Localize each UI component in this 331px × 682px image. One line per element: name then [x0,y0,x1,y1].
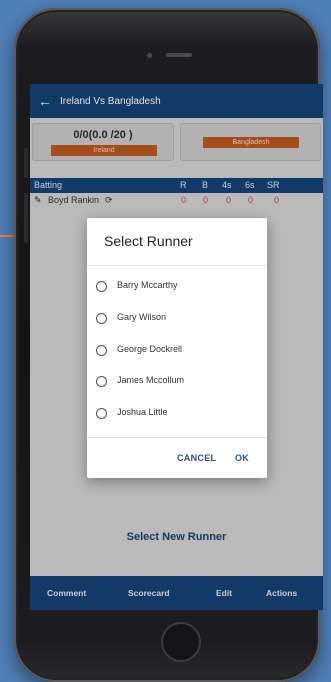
runner-list: Barry Mccarthy Gary Wilson George Dockre… [87,266,267,437]
runner-label: Gary Wilson [117,312,167,322]
ok-button[interactable]: OK [235,453,249,463]
camera-icon [147,53,152,58]
runner-option-partial[interactable] [87,430,267,437]
dialog-title: Select Runner [104,233,193,249]
runner-label: George Dockrell [117,344,183,354]
select-runner-dialog: Select Runner Barry Mccarthy Gary Wilson… [87,218,267,478]
radio-button[interactable] [96,408,107,419]
radio-button[interactable] [96,376,107,387]
runner-option[interactable]: James Mccollum [87,367,267,397]
runner-label: Barry Mccarthy [117,280,178,290]
runner-option[interactable]: Gary Wilson [87,304,267,334]
volume-down-button [24,193,28,243]
divider [87,437,267,438]
runner-option[interactable]: Joshua Little [87,399,267,429]
radio-button[interactable] [96,345,107,356]
speaker-grille [166,53,192,57]
volume-up-button [24,148,28,178]
runner-label: James Mccollum [117,375,185,385]
runner-option[interactable]: Barry Mccarthy [87,272,267,302]
cancel-button[interactable]: CANCEL [177,453,216,463]
radio-button[interactable] [96,313,107,324]
runner-option[interactable]: George Dockrell [87,336,267,366]
radio-button[interactable] [96,281,107,292]
home-button[interactable] [161,622,201,662]
runner-label: Joshua Little [117,407,168,417]
